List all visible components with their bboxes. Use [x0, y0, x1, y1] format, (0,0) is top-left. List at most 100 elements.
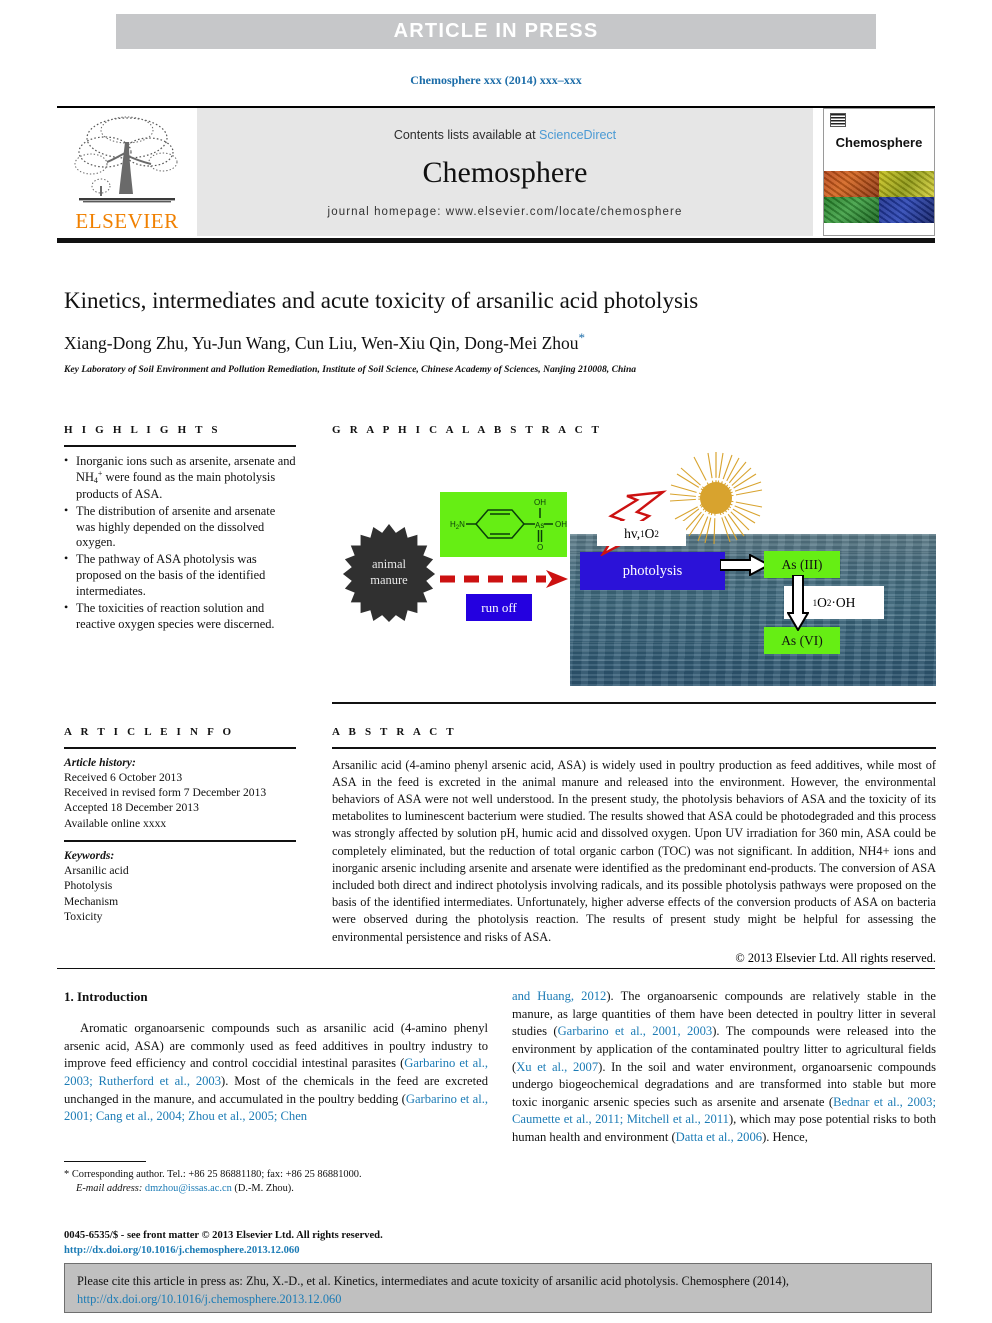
hv-subscript: 2	[654, 528, 659, 539]
affiliation: Key Laboratory of Soil Environment and P…	[64, 364, 637, 375]
article-info-heading: A R T I C L E I N F O	[64, 726, 235, 738]
keyword-item: Toxicity	[64, 909, 103, 923]
email-link[interactable]: dmzhou@issas.ac.cn	[145, 1183, 232, 1194]
animal-manure-line1: animal	[371, 557, 406, 572]
sun-disc	[700, 482, 732, 514]
elsevier-wordmark: ELSEVIER	[75, 209, 179, 233]
footnote-email-label: E-mail address:	[76, 1183, 143, 1195]
article-history-label: Article history:	[64, 755, 136, 769]
body-separator-rule	[57, 968, 935, 970]
cite-text: Please cite this article in press as: Zh…	[77, 1274, 789, 1288]
elsevier-tree-icon	[74, 116, 178, 203]
animal-manure-line2: manure	[370, 573, 408, 587]
authors-names: Xiang-Dong Zhu, Yu-Jun Wang, Cun Liu, We…	[64, 332, 579, 353]
graphical-abstract-heading: G R A P H I C A L A B S T R A C T	[332, 424, 603, 436]
reaction-arrow-vertical-icon	[787, 575, 809, 631]
barcode-icon	[830, 113, 846, 127]
history-received: Received 6 October 2013	[64, 770, 183, 784]
doi-link[interactable]: http://dx.doi.org/10.1016/j.chemosphere.…	[64, 1243, 624, 1258]
cover-quadrant-2	[879, 171, 934, 197]
footnote-email-suffix: (D.-M. Zhou).	[234, 1183, 294, 1195]
journal-homepage-line[interactable]: journal homepage: www.elsevier.com/locat…	[328, 206, 683, 218]
article-info-section: A R T I C L E I N F O Article history: R…	[64, 726, 296, 924]
keyword-item: Photolysis	[64, 879, 113, 893]
cover-image-grid	[824, 171, 934, 223]
section-heading-introduction: 1. Introduction	[64, 989, 148, 1004]
highlights-heading: H I G H L I G H T S	[64, 424, 221, 436]
cover-quadrant-3	[824, 197, 879, 223]
footnote-marker: *	[64, 1169, 70, 1180]
chemical-structure-icon: H2N As OH OH O	[450, 498, 567, 552]
footnote-corresponding-text: Corresponding author. Tel.: +86 25 86881…	[71, 1169, 362, 1180]
molecule-label-as: As	[535, 521, 544, 530]
history-accepted: Accepted 18 December 2013	[64, 801, 199, 815]
cover-quadrant-1	[824, 171, 879, 197]
contents-prefix: Contents lists available at	[393, 128, 540, 142]
abstract-section: A B S T R A C T Arsanilic acid (4-amino …	[332, 726, 936, 966]
paper-page: ARTICLE IN PRESS Chemosphere xxx (2014) …	[0, 0, 992, 1323]
list-item: The distribution of arsenite and arsenat…	[64, 503, 296, 552]
citation-link[interactable]: Xu et al., 2007	[516, 1060, 598, 1074]
as-three-label: As (III)	[764, 551, 840, 578]
reaction-arrow-horizontal-icon	[720, 554, 770, 576]
intro-right-column: and Huang, 2012). The organoarsenic comp…	[512, 988, 936, 1147]
running-head: Chemosphere xxx (2014) xxx–xxx	[410, 73, 582, 87]
author-list: Xiang-Dong Zhu, Yu-Jun Wang, Cun Liu, We…	[64, 330, 934, 354]
article-in-press-banner: ARTICLE IN PRESS	[116, 14, 876, 49]
issn-copyright-block: 0045-6535/$ - see front matter © 2013 El…	[64, 1228, 624, 1258]
cite-this-article-box: Please cite this article in press as: Zh…	[64, 1263, 932, 1313]
abstract-rule	[332, 747, 936, 749]
journal-title: Chemosphere	[422, 156, 588, 189]
animal-manure-badge: animal manure	[342, 524, 436, 622]
history-online: Available online xxxx	[64, 816, 167, 830]
keyword-item: Arsanilic acid	[64, 863, 129, 877]
citation-link[interactable]: and Huang, 2012	[512, 989, 606, 1003]
cover-journal-title: Chemosphere	[835, 135, 923, 150]
citation-link[interactable]: Datta et al., 2006	[676, 1130, 762, 1144]
cover-bottom	[824, 223, 934, 235]
keywords-label: Keywords:	[64, 848, 115, 862]
highlights-section: H I G H L I G H T S Inorganic ions such …	[64, 424, 296, 634]
hv-singlet-oxygen-label: hv, 1O2	[597, 521, 686, 546]
intro-text-g: ). Hence,	[762, 1130, 808, 1144]
keyword-item: Mechanism	[64, 894, 119, 908]
footnote-email-line: E-mail address: dmzhou@issas.ac.cn (D.-M…	[64, 1182, 488, 1196]
ros-o: O	[817, 594, 827, 610]
corresponding-author-marker: *	[578, 330, 586, 345]
contents-available-line: Contents lists available at ScienceDirec…	[394, 128, 616, 142]
footnote-block: * Corresponding author. Tel.: +86 25 868…	[64, 1168, 488, 1197]
article-info-rule-mid	[64, 840, 296, 842]
graphical-abstract-figure: animal manure H2N As OH OH O run off pho…	[332, 444, 936, 699]
molecule-label-nh2: H2N	[450, 520, 465, 531]
cite-doi-link-part1[interactable]: http://	[77, 1292, 107, 1306]
elsevier-logo: ELSEVIER	[57, 108, 197, 236]
sciencedirect-link[interactable]: ScienceDirect	[539, 128, 616, 142]
article-info-rule-top	[64, 747, 296, 749]
list-item: Inorganic ions such as arsenite, arsenat…	[64, 453, 296, 503]
run-off-label: run off	[466, 594, 532, 621]
article-in-press-label: ARTICLE IN PRESS	[393, 20, 599, 42]
molecule-label-o: O	[537, 543, 543, 552]
list-item: The pathway of ASA photolysis was propos…	[64, 551, 296, 600]
hv-text: hv,	[624, 525, 641, 541]
molecule-label-oh-top: OH	[534, 498, 546, 507]
citation-link[interactable]: Garbarino et al., 2001, 2003	[558, 1024, 713, 1038]
page-title: Kinetics, intermediates and acute toxici…	[64, 288, 699, 313]
abstract-copyright: © 2013 Elsevier Ltd. All rights reserved…	[735, 950, 936, 965]
cite-doi-link-part2[interactable]: dx.doi.org/10.1016/j.chemosphere.2013.12…	[107, 1292, 342, 1306]
footnote-rule	[64, 1161, 146, 1163]
journal-cover-thumbnail: Chemosphere	[823, 108, 935, 236]
ros-hydroxyl: ·OH	[831, 594, 856, 610]
abstract-heading: A B S T R A C T	[332, 726, 457, 738]
highlights-rule	[64, 445, 296, 447]
issn-text: 0045-6535/$ - see front matter © 2013 El…	[64, 1230, 383, 1241]
as-six-label: As (VI)	[764, 627, 840, 654]
cover-top: Chemosphere	[824, 109, 934, 171]
masthead-bottom-rule	[57, 238, 935, 243]
highlights-list: Inorganic ions such as arsenite, arsenat…	[64, 453, 296, 633]
cover-quadrant-4	[879, 197, 934, 223]
masthead-center: Contents lists available at ScienceDirec…	[197, 108, 813, 236]
journal-masthead: ELSEVIER Contents lists available at Sci…	[57, 108, 935, 236]
abstract-text: Arsanilic acid (4-amino phenyl arsenic a…	[332, 757, 936, 944]
list-item: The toxicities of reaction solution and …	[64, 600, 296, 633]
